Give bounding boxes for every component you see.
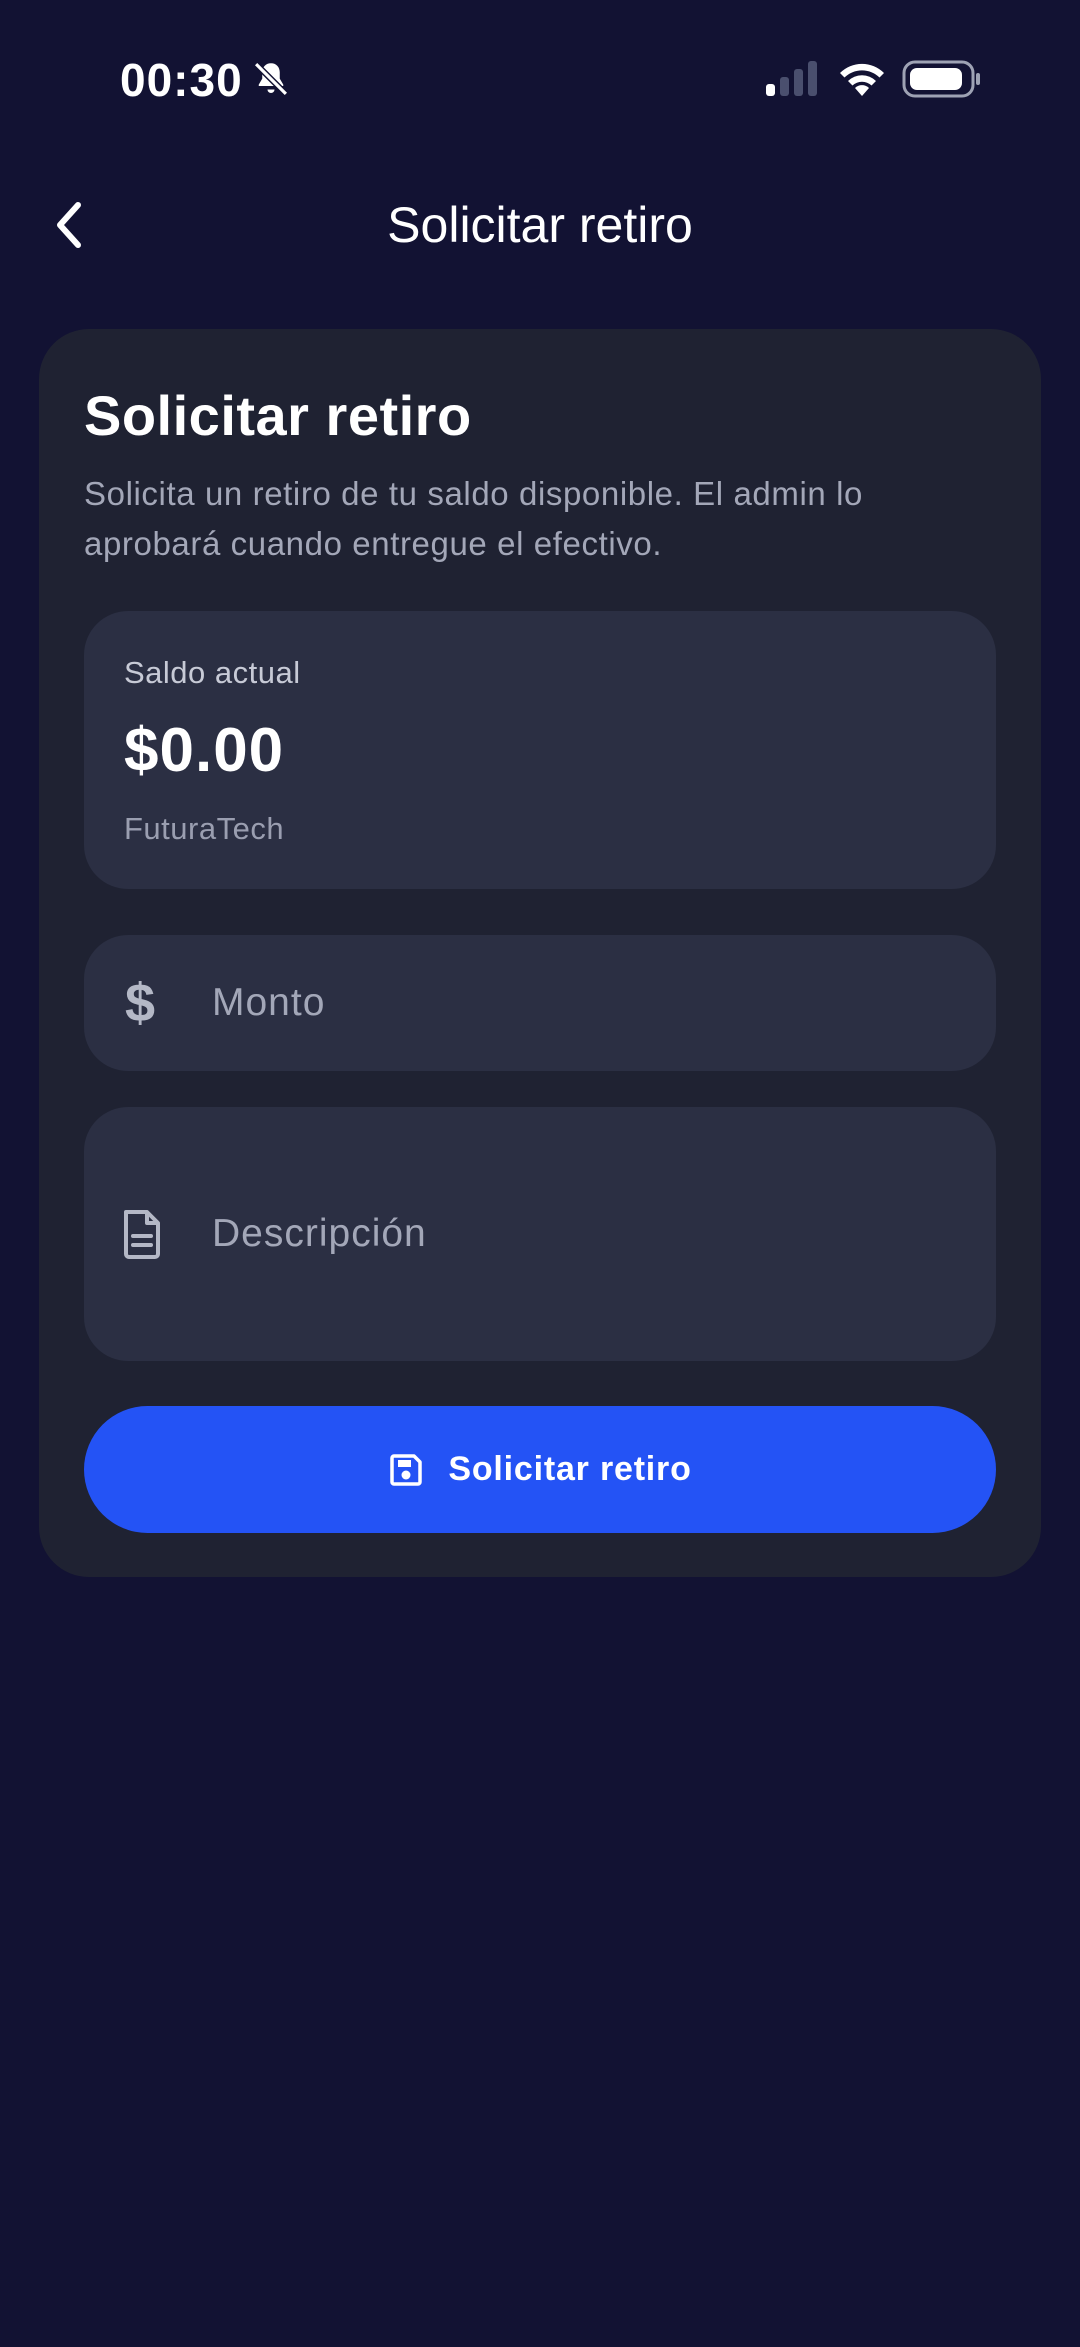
balance-label: Saldo actual xyxy=(124,655,301,690)
battery-icon xyxy=(902,60,980,98)
page-title: Solicitar retiro xyxy=(387,197,693,253)
balance-company: FuturaTech xyxy=(124,811,285,846)
amount-field[interactable]: $ Monto xyxy=(84,935,996,1071)
bell-off-icon xyxy=(253,61,289,97)
dollar-icon: $ xyxy=(124,973,156,1033)
signal-icon xyxy=(766,61,817,96)
balance-amount: $0.00 xyxy=(124,716,285,785)
amount-placeholder: Monto xyxy=(212,981,326,1024)
save-icon xyxy=(390,1453,423,1486)
withdrawal-card: Solicitar retiro Solicita un retiro de t… xyxy=(39,329,1041,1577)
description-field[interactable]: Descripción xyxy=(84,1107,996,1361)
document-icon xyxy=(124,1210,160,1259)
status-time: 00:30 xyxy=(120,54,243,106)
wifi-icon xyxy=(840,63,884,96)
submit-withdrawal-button[interactable]: Solicitar retiro xyxy=(84,1406,996,1533)
description-placeholder: Descripción xyxy=(212,1212,427,1255)
submit-label: Solicitar retiro xyxy=(448,1450,692,1488)
app-header: Solicitar retiro xyxy=(0,180,1080,270)
card-title: Solicitar retiro xyxy=(84,384,472,447)
status-bar: 00:30 xyxy=(0,0,1080,160)
balance-panel: Saldo actual $0.00 FuturaTech xyxy=(84,611,996,889)
card-description: Solicita un retiro de tu saldo disponibl… xyxy=(84,475,863,562)
